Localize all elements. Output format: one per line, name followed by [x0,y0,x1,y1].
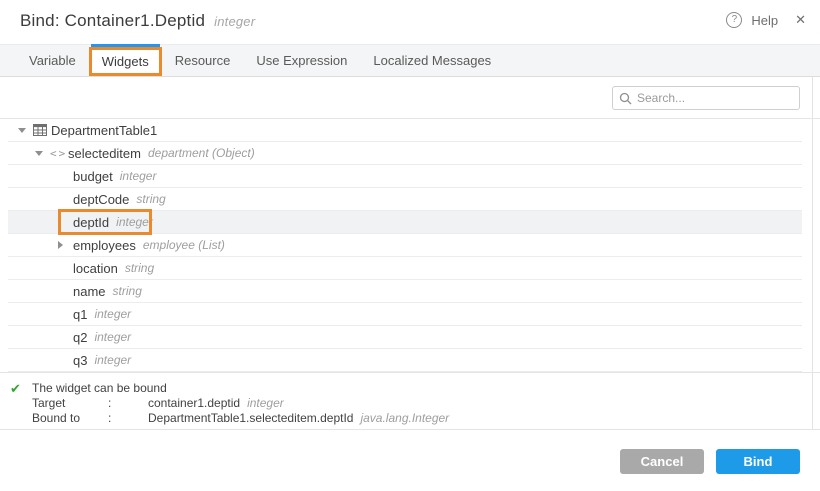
tree-node-label: DepartmentTable1 [51,123,157,138]
tree-node-type: integer [120,169,157,183]
status-target-row: Target : container1.deptid integer [10,396,820,411]
expander-slot[interactable] [58,241,73,249]
success-check-icon: ✔ [10,381,32,396]
tree-row-q2[interactable]: q2 integer [8,326,802,349]
page-title-type: integer [214,14,255,29]
tree-row-budget[interactable]: budget integer [8,165,802,188]
tree-row-deptcode[interactable]: deptCode string [8,188,802,211]
tree-node-type: string [113,284,142,298]
bind-status-panel: ✔ The widget can be bound Target : conta… [0,372,820,430]
close-icon[interactable]: ✕ [795,12,806,28]
tab-localized-messages[interactable]: Localized Messages [360,45,504,77]
tree-row-q3[interactable]: q3 integer [8,349,802,372]
target-value: container1.deptid [148,396,240,411]
tree-node-label: budget [73,169,113,184]
target-label: Target [32,396,108,411]
tree-node-type: department (Object) [148,146,255,160]
collapse-icon [18,128,26,133]
tree-node-label: selecteditem [68,146,141,161]
widget-tree: DepartmentTable1 <> selecteditem departm… [0,119,820,372]
boundto-colon: : [108,411,148,426]
expander-slot[interactable] [18,128,33,133]
tab-use-expression[interactable]: Use Expression [243,45,360,77]
tree-row-selecteditem[interactable]: <> selecteditem department (Object) [8,142,802,165]
bind-dialog: Bind: Container1.Deptidinteger ? Help ✕ … [0,0,820,491]
boundto-value: DepartmentTable1.selecteditem.deptId [148,411,353,426]
status-message-row: ✔ The widget can be bound [10,381,820,396]
bind-button[interactable]: Bind [716,449,800,474]
status-message: The widget can be bound [32,381,167,396]
page-title: Bind: Container1.Deptid integer [20,11,255,31]
tree-row-q1[interactable]: q1 integer [8,303,802,326]
tree-node-label: location [73,261,118,276]
tab-resource[interactable]: Resource [162,45,244,77]
search-input[interactable] [637,91,793,105]
target-type: integer [247,396,284,411]
tree-node-label: name [73,284,106,299]
status-boundto-row: Bound to : DepartmentTable1.selecteditem… [10,411,820,426]
help-link[interactable]: Help [751,13,778,28]
tree-node-type: integer [116,215,153,229]
search-box[interactable] [612,86,800,110]
tree-node-label: deptId [73,215,109,230]
tree-node-label: q1 [73,307,87,322]
tree-node-type: integer [94,330,131,344]
object-icon: <> [50,147,68,160]
tree-row-departmenttable1[interactable]: DepartmentTable1 [8,119,802,142]
tree-node-type: string [125,261,154,275]
tree-node-label: q2 [73,330,87,345]
page-title-text: Bind: Container1.Deptid [20,11,205,30]
table-icon [33,124,51,136]
header-actions: ? Help ✕ [726,12,806,28]
tab-bar: Variable Widgets Resource Use Expression… [0,44,820,77]
tree-row-name[interactable]: name string [8,280,802,303]
expander-slot[interactable] [35,151,50,156]
tab-widgets[interactable]: Widgets [89,47,162,76]
tree-node-type: string [136,192,165,206]
tree-row-location[interactable]: location string [8,257,802,280]
collapse-icon [35,151,43,156]
tree-row-deptid[interactable]: deptId integer [8,211,802,234]
tree-node-label: q3 [73,353,87,368]
boundto-type: java.lang.Integer [360,411,449,426]
expand-icon [58,241,63,249]
tree-node-type: integer [94,307,131,321]
cancel-button[interactable]: Cancel [620,449,704,474]
target-colon: : [108,396,148,411]
tree-node-type: employee (List) [143,238,225,252]
title-bar: Bind: Container1.Deptid integer ? Help ✕ [0,0,820,44]
tree-node-type: integer [94,353,131,367]
search-icon [619,92,632,105]
help-icon[interactable]: ? [726,12,742,28]
tree-node-label: deptCode [73,192,129,207]
tab-variable[interactable]: Variable [16,45,89,77]
tree-row-employees[interactable]: employees employee (List) [8,234,802,257]
boundto-label: Bound to [32,411,108,426]
tree-node-label: employees [73,238,136,253]
